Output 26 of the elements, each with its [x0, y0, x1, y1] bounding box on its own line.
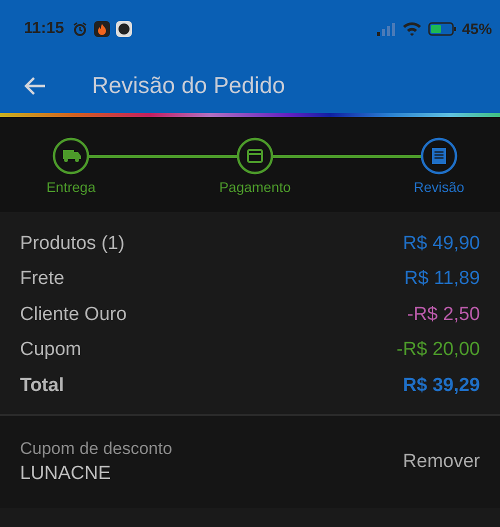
battery-icon — [428, 22, 456, 36]
coupon-label: Cupom de desconto — [20, 438, 174, 458]
alarm-icon — [72, 21, 88, 37]
summary-value: -R$ 2,50 — [407, 304, 480, 326]
summary-label: Cupom — [20, 339, 82, 362]
summary-label: Total — [20, 374, 64, 397]
step-label: Entrega — [46, 179, 96, 195]
summary-value: R$ 39,29 — [402, 374, 480, 397]
back-arrow-icon[interactable] — [24, 76, 46, 96]
step-label: Pagamento — [219, 179, 291, 195]
circle-app-icon — [116, 21, 132, 37]
wifi-icon — [402, 21, 422, 37]
summary-value: -R$ 20,00 — [396, 339, 480, 362]
coupon-code: LUNACNE — [20, 462, 112, 484]
summary-value: R$ 49,90 — [402, 232, 480, 255]
summary-value: R$ 11,89 — [404, 268, 480, 290]
summary-label: Produtos (1) — [20, 232, 125, 255]
battery-percentage: 45% — [462, 20, 492, 38]
remove-coupon-button[interactable]: Remover — [402, 446, 480, 476]
summary-label: Cliente Ouro — [20, 304, 127, 326]
status-time: 11:15 — [24, 20, 64, 38]
screen-title: Revisão do Pedido — [92, 72, 286, 99]
flame-app-icon — [94, 21, 110, 37]
step-label: Revisão — [414, 179, 464, 195]
summary-label: Frete — [20, 268, 64, 290]
signal-icon — [376, 22, 396, 36]
